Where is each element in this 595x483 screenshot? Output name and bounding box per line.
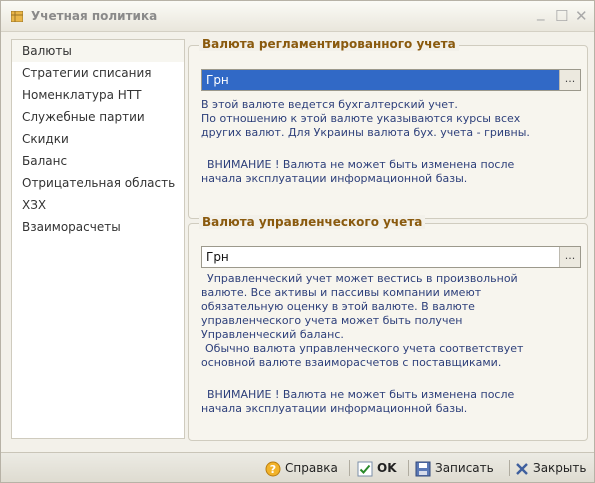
close-icon[interactable]: ✕ — [575, 7, 588, 25]
sidebar-item-label: Баланс — [22, 154, 68, 168]
regulated-currency-select-button[interactable]: ... — [559, 70, 580, 90]
sidebar-item-writeoff-strategies[interactable]: Стратегии списания — [12, 62, 184, 84]
regulated-currency-field[interactable]: Грн ... — [201, 69, 581, 91]
save-button[interactable]: Записать — [415, 459, 494, 477]
sidebar-item-service-batches[interactable]: Служебные партии — [12, 106, 184, 128]
management-description-2: валюте. Все активы и пассивы компании им… — [201, 286, 482, 299]
management-warning-1: ВНИМАНИЕ ! Валюта не может быть изменена… — [207, 388, 515, 401]
table-icon — [11, 11, 23, 22]
title-bar: Учетная политика _ ☐ ✕ — [1, 1, 594, 32]
management-currency-value[interactable]: Грн — [202, 247, 560, 267]
management-description-6: Обычно валюта управленческого учета соот… — [205, 342, 524, 355]
close-button[interactable]: Закрыть — [515, 459, 586, 477]
regulated-warning-1: ВНИМАНИЕ ! Валюта не может быть изменена… — [207, 158, 515, 171]
sidebar-item-discounts[interactable]: Скидки — [12, 128, 184, 150]
sidebar-item-xzx[interactable]: ХЗХ — [12, 194, 184, 216]
management-description-3: обязательную оценку в этой валюте. В вал… — [201, 300, 475, 313]
management-currency-select-button[interactable]: ... — [559, 247, 580, 267]
sidebar-item-ntt-nomenclature[interactable]: Номенклатура НТТ — [12, 84, 184, 106]
management-description-4: управленческого учета может быть получен — [201, 314, 463, 327]
window-title: Учетная политика — [31, 9, 158, 23]
ok-button[interactable]: OK — [357, 459, 397, 477]
help-label: Справка — [285, 461, 338, 475]
sidebar-item-label: Служебные партии — [22, 110, 145, 124]
sidebar-item-label: Стратегии списания — [22, 66, 152, 80]
maximize-icon[interactable]: ☐ — [555, 7, 568, 25]
close-x-icon — [516, 462, 528, 475]
help-icon: ? — [265, 461, 281, 476]
management-description-7: основной валюте взаиморасчетов с поставщ… — [201, 356, 502, 369]
help-button[interactable]: ? Справка — [265, 459, 338, 477]
save-label: Записать — [435, 461, 494, 475]
sidebar-item-label: Отрицательная область — [22, 176, 176, 190]
sidebar-item-label: ХЗХ — [22, 198, 47, 212]
regulated-currency-group: Валюта регламентированного учета Грн ...… — [188, 37, 588, 219]
checkmark-icon — [357, 461, 373, 476]
management-warning-2: начала эксплуатации информационной базы. — [201, 402, 468, 415]
management-currency-group: Валюта управленческого учета Грн ... Упр… — [188, 215, 588, 441]
separator — [349, 460, 350, 476]
svg-text:?: ? — [270, 463, 276, 476]
regulated-warning-2: начала эксплуатации информационной базы. — [201, 172, 468, 185]
sidebar-item-label: Валюты — [22, 44, 72, 58]
regulated-description-2: По отношению к этой валюте указываются к… — [201, 112, 521, 125]
regulated-description-3: других валют. Для Украины валюта бух. уч… — [201, 126, 530, 139]
sidebar-item-settlements[interactable]: Взаиморасчеты — [12, 216, 184, 238]
management-currency-title: Валюта управленческого учета — [199, 215, 426, 229]
command-bar: ? Справка OK Записать Закрыть — [1, 452, 594, 482]
management-description-5: Управленческий баланс. — [201, 328, 344, 341]
floppy-disk-icon — [415, 461, 431, 476]
sidebar-item-label: Номенклатура НТТ — [22, 88, 142, 102]
management-description-1: Управленческий учет может вестись в прои… — [207, 272, 518, 285]
regulated-currency-value[interactable]: Грн — [202, 70, 560, 90]
separator — [408, 460, 409, 476]
separator — [509, 460, 510, 476]
minimize-icon[interactable]: _ — [537, 3, 545, 21]
sidebar-item-label: Взаиморасчеты — [22, 220, 121, 234]
sidebar-item-negative-area[interactable]: Отрицательная область — [12, 172, 184, 194]
ok-label: OK — [377, 461, 397, 475]
sidebar-item-label: Скидки — [22, 132, 69, 146]
sidebar-item-balance[interactable]: Баланс — [12, 150, 184, 172]
currency-settings-panel: Валюта регламентированного учета Грн ...… — [188, 37, 588, 445]
close-label: Закрыть — [533, 461, 587, 475]
regulated-description-1: В этой валюте ведется бухгалтерский учет… — [201, 98, 458, 111]
policy-window: Учетная политика _ ☐ ✕ Валюты Стратегии … — [0, 0, 595, 483]
section-list: Валюты Стратегии списания Номенклатура Н… — [11, 39, 185, 439]
sidebar-item-currencies[interactable]: Валюты — [12, 40, 184, 62]
regulated-currency-title: Валюта регламентированного учета — [199, 37, 459, 51]
management-currency-field[interactable]: Грн ... — [201, 246, 581, 268]
